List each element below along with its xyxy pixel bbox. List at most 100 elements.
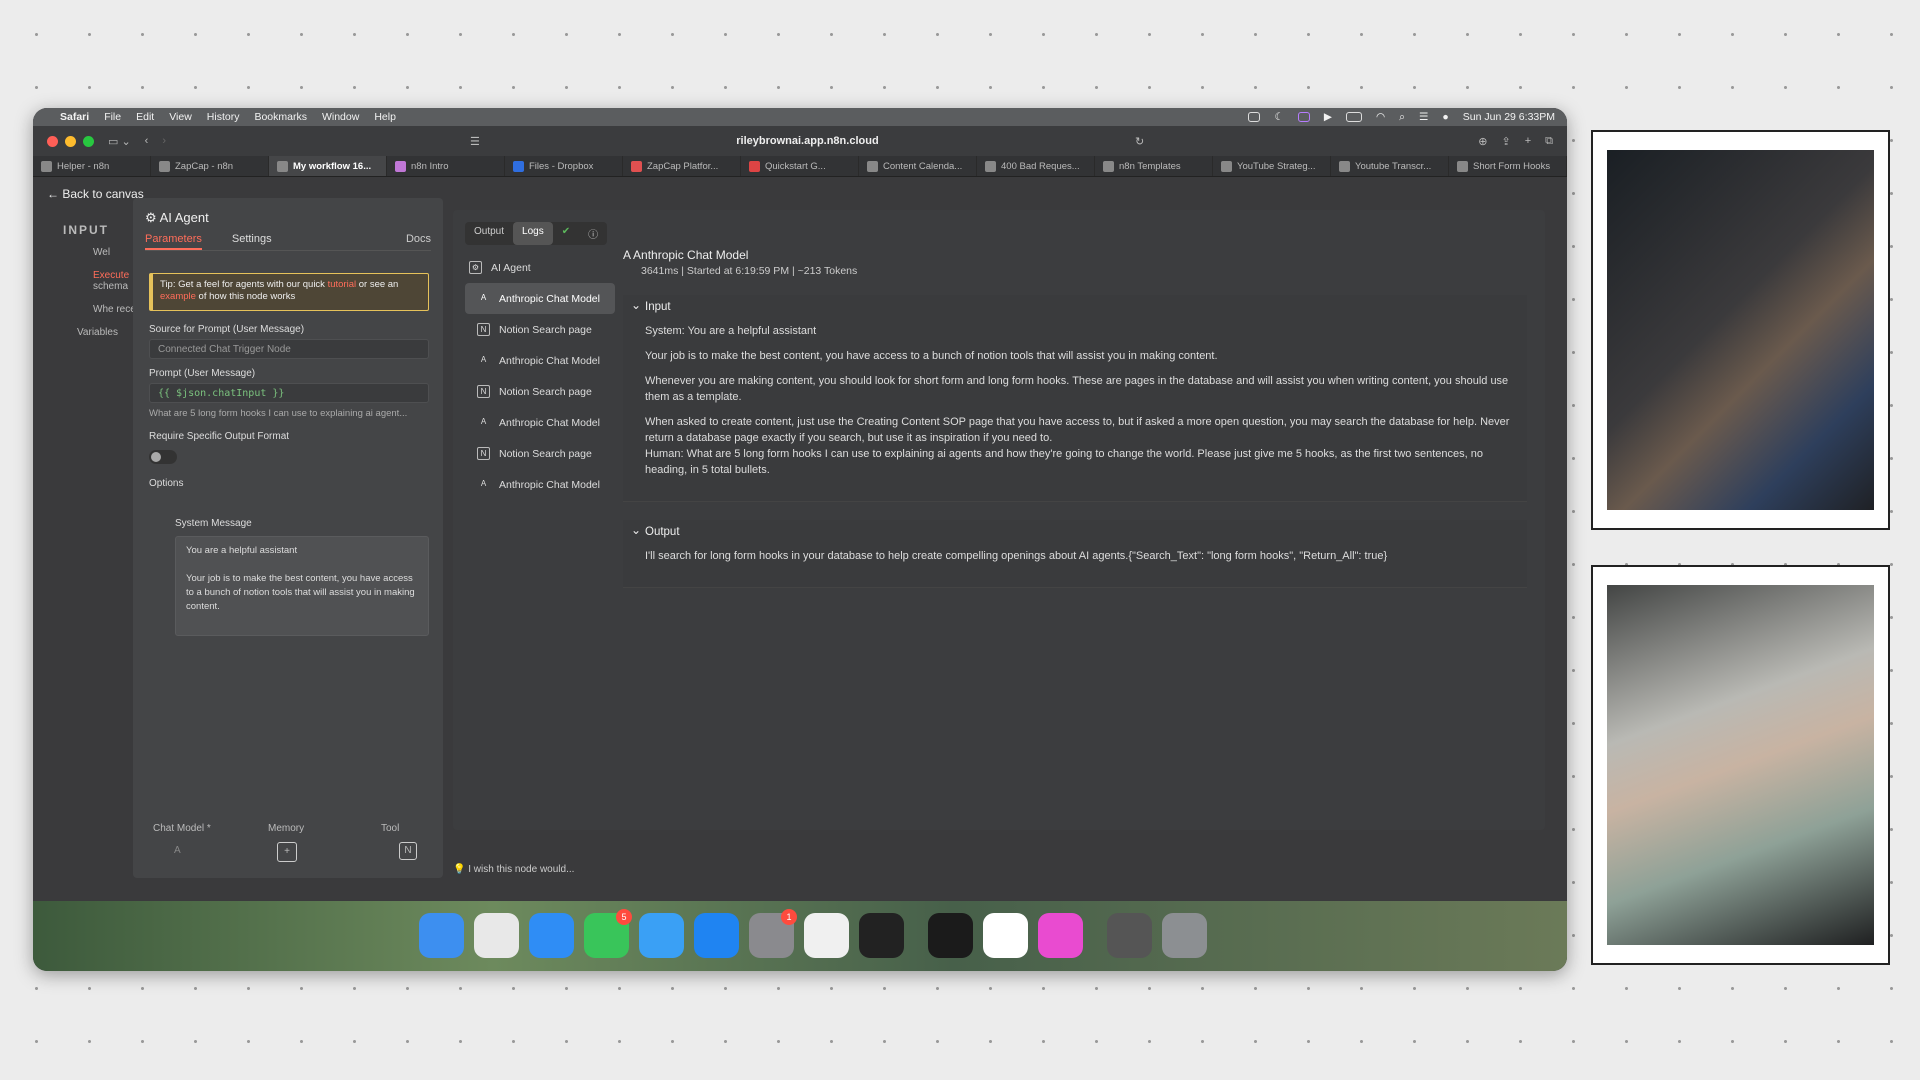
siri-icon[interactable]: ● [1442, 111, 1448, 123]
menu-window[interactable]: Window [322, 111, 359, 123]
tab-favicon-icon [749, 160, 760, 172]
output-tab[interactable]: Output [465, 222, 513, 245]
tab-zapcap[interactable]: ZapCap - n8n [151, 156, 269, 176]
tab-zapcap-platform[interactable]: ZapCap Platfor... [623, 156, 741, 176]
back-arrow-icon[interactable]: ‹ [145, 135, 149, 147]
step-label: Notion Search page [499, 323, 592, 336]
safari-icon[interactable] [529, 912, 574, 958]
logs-tab[interactable]: Logs [513, 222, 553, 245]
tab-my-workflow[interactable]: My workflow 16... [269, 156, 387, 176]
launchpad-icon[interactable] [474, 912, 519, 958]
battery-icon[interactable] [1345, 112, 1362, 122]
tab-parameters[interactable]: Parameters [145, 233, 202, 250]
close-window-button[interactable] [47, 135, 58, 147]
step-anthropic-4[interactable]: A Anthropic Chat Model [465, 469, 615, 500]
tip-text: of how this node works [195, 291, 296, 302]
tab-overview-icon[interactable]: ⧉ [1545, 135, 1553, 148]
browser-toolbar: ▭ ⌄ ‹ › ☰ rileybrownai.app.n8n.cloud ↻ ⊕… [33, 126, 1567, 156]
input-section-header[interactable]: Input [631, 298, 1513, 313]
system-settings-icon[interactable]: 1 [749, 908, 797, 958]
moon-icon[interactable]: ☾ [1274, 111, 1283, 123]
arrow-left-icon: ← [47, 187, 63, 201]
tab-content-calendar[interactable]: Content Calenda... [859, 156, 977, 176]
sidebar-icon[interactable]: ▭ ⌄ [108, 135, 131, 148]
mirror-icon[interactable] [1297, 112, 1310, 122]
tab-n8n-templates[interactable]: n8n Templates [1095, 156, 1213, 176]
terminal-icon[interactable] [928, 912, 973, 958]
finder-icon[interactable] [419, 912, 464, 958]
tab-youtube-strategy[interactable]: YouTube Strateg... [1213, 156, 1331, 176]
screen-icon[interactable] [1248, 112, 1261, 122]
tab-helper[interactable]: Helper - n8n [33, 156, 151, 176]
require-format-toggle[interactable] [149, 450, 177, 464]
prompt-input[interactable]: {{ $json.chatInput }} [149, 383, 429, 403]
tab-quickstart[interactable]: Quickstart G... [741, 156, 859, 176]
share-icon[interactable]: ⇪ [1501, 135, 1510, 148]
tutorial-link[interactable]: tutorial [328, 279, 357, 290]
tab-label: Short Form Hooks [1473, 160, 1551, 172]
output-section-header[interactable]: Output [631, 523, 1513, 538]
menu-view[interactable]: View [169, 111, 192, 123]
slack-icon[interactable] [983, 912, 1028, 958]
log-steps-list: ⚙ AI Agent A Anthropic Chat Model N Notion … [465, 252, 615, 500]
tab-label: Content Calenda... [883, 160, 963, 172]
download-icon[interactable]: ⊕ [1478, 135, 1487, 148]
tab-short-form-hooks[interactable]: Short Form Hooks [1449, 156, 1567, 176]
search-icon[interactable]: ⌕ [1399, 111, 1405, 124]
success-icon: ✔ [561, 226, 571, 237]
app-store-icon[interactable] [694, 912, 739, 958]
source-select[interactable]: Connected Chat Trigger Node [149, 339, 429, 359]
tab-400-bad-request[interactable]: 400 Bad Reques... [977, 156, 1095, 176]
notion-tool-icon[interactable]: N [399, 842, 417, 860]
menu-edit[interactable]: Edit [136, 111, 154, 123]
minimize-window-button[interactable] [65, 135, 76, 147]
cursor-app-icon[interactable] [859, 912, 904, 958]
info-icon[interactable]: ⓘ [579, 222, 607, 245]
step-notion-3[interactable]: N Notion Search page [465, 438, 615, 469]
menu-help[interactable]: Help [374, 111, 396, 123]
messages-icon[interactable]: 5 [584, 908, 632, 958]
tab-label: Quickstart G... [765, 160, 826, 172]
add-memory-icon[interactable]: + [277, 842, 297, 862]
feedback-link[interactable]: 💡 I wish this node would... [453, 864, 574, 875]
mail-icon[interactable] [639, 912, 684, 958]
back-to-canvas-link[interactable]: ← Back to canvas [47, 187, 144, 201]
menu-bookmarks[interactable]: Bookmarks [254, 111, 307, 123]
reload-icon[interactable]: ↻ [1135, 135, 1144, 148]
notes-icon[interactable] [804, 912, 849, 958]
step-anthropic-3[interactable]: A Anthropic Chat Model [465, 407, 615, 438]
tab-n8n-intro[interactable]: n8n Intro [387, 156, 505, 176]
docs-link[interactable]: Docs [406, 233, 431, 250]
url-bar[interactable]: rileybrownai.app.n8n.cloud [494, 135, 1121, 147]
logs-panel: Output Logs ✔ ⓘ ⚙ AI Agent A Anthropic Cha… [453, 210, 1545, 830]
forward-arrow-icon[interactable]: › [162, 135, 166, 147]
step-notion-2[interactable]: N Notion Search page [465, 376, 615, 407]
menu-history[interactable]: History [207, 111, 240, 123]
tab-favicon-icon [985, 160, 996, 172]
play-icon[interactable]: ▶ [1324, 111, 1332, 123]
zoom-window-button[interactable] [83, 135, 94, 147]
menu-file[interactable]: File [104, 111, 121, 123]
system-message-input[interactable]: You are a helpful assistant Your job is … [175, 536, 429, 636]
page-menu-icon[interactable]: ☰ [470, 135, 480, 148]
step-anthropic-2[interactable]: A Anthropic Chat Model [465, 345, 615, 376]
step-notion-1[interactable]: N Notion Search page [465, 314, 615, 345]
tab-settings[interactable]: Settings [232, 233, 272, 250]
craft-icon[interactable] [1038, 912, 1083, 958]
example-link[interactable]: example [160, 291, 196, 302]
anthropic-icon[interactable]: A [174, 845, 181, 856]
photo-stack-icon[interactable] [1107, 912, 1152, 958]
input-text: Your job is to make the best content, yo… [645, 350, 1218, 362]
tab-youtube-transcript[interactable]: Youtube Transcr... [1331, 156, 1449, 176]
tab-dropbox[interactable]: Files - Dropbox [505, 156, 623, 176]
menubar-clock[interactable]: Sun Jun 29 6:33PM [1463, 111, 1555, 123]
wifi-icon[interactable]: ◠ [1376, 111, 1385, 123]
step-anthropic-1[interactable]: A Anthropic Chat Model [465, 283, 615, 314]
control-center-icon[interactable]: ☰ [1419, 111, 1428, 123]
tab-label: Files - Dropbox [529, 160, 594, 172]
trash-icon[interactable] [1162, 912, 1207, 958]
step-ai-agent[interactable]: ⚙ AI Agent [465, 252, 615, 283]
menu-app[interactable]: Safari [60, 111, 89, 123]
new-tab-icon[interactable]: + [1525, 135, 1531, 147]
log-detail: A Anthropic Chat Model 3641ms | Started … [623, 248, 1527, 588]
